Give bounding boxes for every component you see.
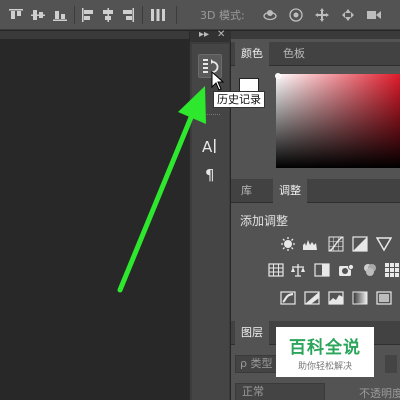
opacity-label: 不透明度 xyxy=(359,387,400,400)
align-vcenter-icon[interactable] xyxy=(30,7,46,23)
watermark-subtitle: 助你轻松解决 xyxy=(297,362,352,372)
canvas-tab-strip xyxy=(0,31,189,39)
align-hcenter-icon[interactable] xyxy=(100,7,116,23)
align-left-icon[interactable] xyxy=(80,7,96,23)
svg-text:A: A xyxy=(202,138,213,156)
3d-slide-icon[interactable] xyxy=(340,7,356,23)
watermark-title: 百科全说 xyxy=(289,338,361,358)
gradient-map-icon[interactable] xyxy=(352,290,368,306)
blend-mode-select[interactable]: 正常 xyxy=(235,383,325,400)
threshold-icon[interactable] xyxy=(328,290,344,306)
history-tooltip: 历史记录 xyxy=(213,91,265,108)
hue-saturation-icon[interactable] xyxy=(268,262,284,278)
character-panel-button[interactable]: A xyxy=(198,134,222,158)
selective-color-icon[interactable] xyxy=(376,290,392,306)
toolbar-divider xyxy=(176,6,177,24)
color-panel-tabs: 颜色 色板 xyxy=(231,42,400,66)
black-white-icon[interactable] xyxy=(314,262,330,278)
vibrance-icon[interactable] xyxy=(376,236,392,252)
levels-icon[interactable] xyxy=(302,236,318,252)
adjustments-panel-tabs: 库 调整 xyxy=(231,179,400,203)
align-bottom-icon[interactable] xyxy=(52,7,68,23)
exposure-icon[interactable] xyxy=(352,236,368,252)
tab-swatches[interactable]: 色板 xyxy=(277,42,311,66)
panel-header xyxy=(231,31,400,39)
color-spectrum[interactable] xyxy=(276,74,400,168)
3d-mode-label: 3D 模式: xyxy=(200,9,245,22)
dock-header: ▸▸ ✕ xyxy=(190,29,231,42)
3d-pan-icon[interactable] xyxy=(314,7,330,23)
posterize-icon[interactable] xyxy=(304,290,320,306)
expand-panels-icon[interactable]: ▸▸ xyxy=(199,29,209,40)
color-panel xyxy=(231,66,400,170)
character-icon: A xyxy=(202,138,216,156)
photo-filter-icon[interactable] xyxy=(338,262,354,278)
mouse-pointer-icon xyxy=(211,71,225,91)
toolbar-divider xyxy=(142,6,143,24)
filter-toggle[interactable] xyxy=(385,355,397,373)
watermark-logo: 百科全说 助你轻松解决 xyxy=(276,327,374,377)
color-balance-icon[interactable] xyxy=(290,262,306,278)
tab-color[interactable]: 颜色 xyxy=(235,42,269,66)
adjustments-panel: 添加调整 xyxy=(231,203,400,319)
3d-video-icon[interactable] xyxy=(366,7,382,23)
align-top-icon[interactable] xyxy=(8,7,24,23)
tab-libraries[interactable]: 库 xyxy=(235,179,258,203)
3d-orbit-icon[interactable] xyxy=(262,7,278,23)
tab-layers[interactable]: 图层 xyxy=(235,321,269,345)
adjustments-title: 添加调整 xyxy=(240,214,289,228)
dock-grip[interactable] xyxy=(200,114,220,116)
distribute-icon[interactable] xyxy=(150,7,166,23)
3d-roll-icon[interactable] xyxy=(288,7,304,23)
brightness-contrast-icon[interactable] xyxy=(280,236,296,252)
tab-adjustments[interactable]: 调整 xyxy=(273,179,307,203)
foreground-color-swatch[interactable] xyxy=(239,78,259,92)
svg-text:¶: ¶ xyxy=(205,166,215,184)
options-bar: 3D 模式: xyxy=(0,0,400,30)
toolbar-divider xyxy=(74,6,75,24)
document-canvas[interactable] xyxy=(0,31,189,400)
close-icon[interactable]: ✕ xyxy=(217,29,225,40)
paragraph-panel-button[interactable]: ¶ xyxy=(198,162,222,186)
channel-mixer-icon[interactable] xyxy=(362,262,378,278)
color-picker-marker[interactable] xyxy=(275,73,281,79)
paragraph-icon: ¶ xyxy=(205,166,215,184)
align-right-icon[interactable] xyxy=(120,7,136,23)
curves-icon[interactable] xyxy=(328,236,344,252)
invert-icon[interactable] xyxy=(280,290,296,306)
color-lookup-icon[interactable] xyxy=(384,262,400,278)
